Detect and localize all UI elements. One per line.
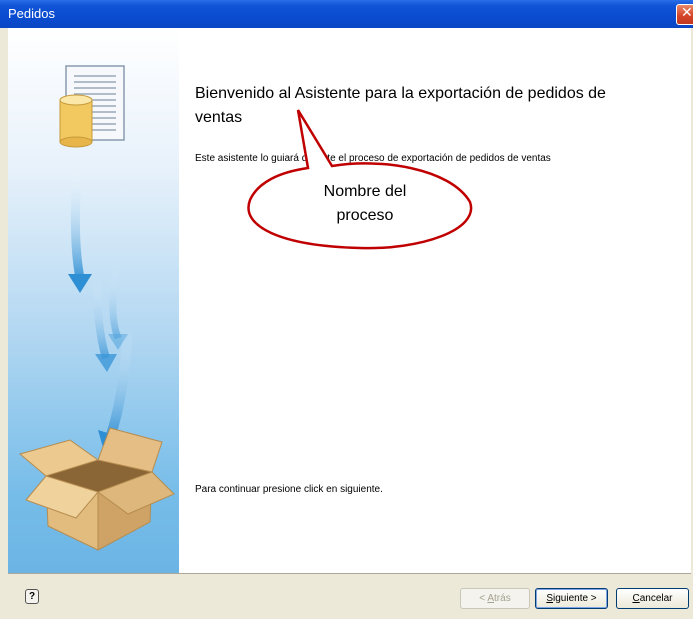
close-button[interactable]: ✕	[676, 4, 693, 25]
next-accelerator: S	[546, 593, 553, 604]
help-button[interactable]: ?	[25, 589, 39, 604]
wizard-window: Pedidos ✕ Bienvenido al Asistente para l…	[0, 0, 693, 619]
continue-instruction: Para continuar presione click en siguien…	[195, 484, 383, 495]
open-box-icon	[18, 427, 175, 551]
wizard-sidebar	[8, 28, 179, 573]
back-label: trás	[494, 593, 511, 604]
close-icon: ✕	[681, 5, 693, 21]
back-button[interactable]: < Atrás	[460, 588, 530, 609]
document-database-icon	[59, 65, 125, 148]
callout-label: Nombre del proceso	[305, 180, 425, 228]
title-bar[interactable]: Pedidos ✕	[0, 0, 693, 28]
callout-line-1: Nombre del	[323, 183, 407, 200]
next-label: iguiente >	[553, 593, 597, 604]
cancel-accelerator: C	[632, 593, 640, 604]
cancel-button[interactable]: Cancelar	[616, 588, 689, 609]
callout-line-2: proceso	[336, 207, 394, 224]
window-title: Pedidos	[8, 6, 55, 21]
cancel-label: ancelar	[639, 593, 673, 604]
help-icon: ?	[28, 591, 36, 602]
next-button[interactable]: Siguiente >	[535, 588, 608, 609]
